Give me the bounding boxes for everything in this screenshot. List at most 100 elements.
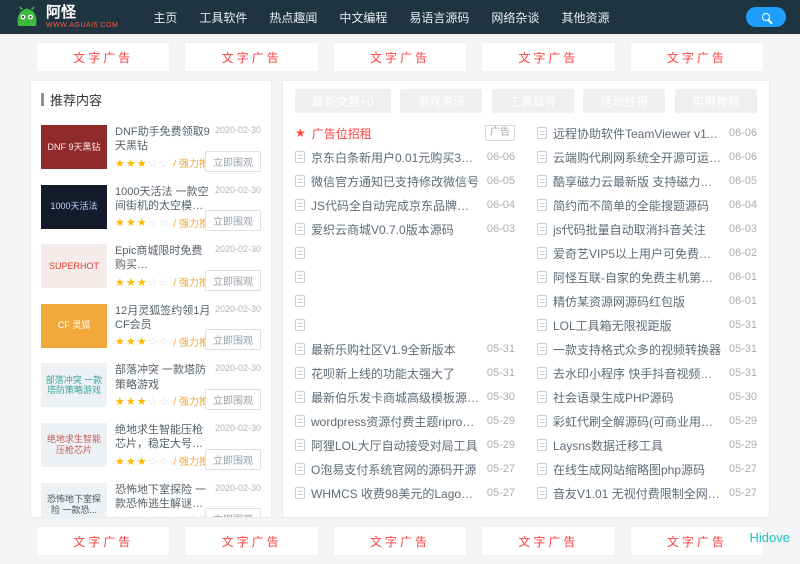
text-ad[interactable]: 文字广告 [36, 526, 170, 556]
article-title[interactable]: Epic商城限时免费购买《SUPERHOT》游戏 [115, 244, 211, 273]
category-tab[interactable]: 游戏资讯 [400, 89, 482, 113]
thumbnail-text: CF 灵狐 [58, 320, 91, 331]
article-link[interactable]: 去水印小程序 快手抖音视频搬运工上热门... [553, 365, 723, 382]
article-link[interactable]: 京东白条新用户0.01元购买3个月爱奇艺黄... [311, 149, 481, 166]
ad-slot-row: ★ 广告位招租 广告 [295, 121, 515, 145]
category-tab[interactable]: 工具软件 [492, 89, 574, 113]
watch-now-button[interactable]: 立即围观 [205, 508, 261, 518]
article-title[interactable]: 12月灵狐签约领1月CF会员 [115, 304, 211, 333]
article-link[interactable]: 简约而不简单的全能搜题源码 [553, 197, 723, 214]
article-row: 社会语录生成PHP源码 05-30 [537, 385, 757, 409]
thumbnail-text: 1000天活法 [50, 201, 97, 212]
text-ad[interactable]: 文字广告 [36, 42, 170, 72]
article-thumbnail[interactable]: 绝地求生智能压枪芯片 [41, 423, 107, 467]
category-tab[interactable]: 活动线报 [583, 89, 665, 113]
article-link[interactable]: 花呗新上线的功能太强大了 [311, 365, 481, 382]
nav-item[interactable]: 主页 [153, 9, 177, 26]
article-row: 微信官方通知已支持修改微信号 06-05 [295, 169, 515, 193]
nav-item[interactable]: 易语言源码 [409, 9, 469, 26]
text-ad[interactable]: 文字广告 [333, 42, 467, 72]
article-link[interactable]: 阿狸LOL大厅自动接受对局工具 [311, 437, 481, 454]
article-row: Laysns数据迁移工具 05-29 [537, 433, 757, 457]
article-date: 2020-02-30 [215, 125, 261, 154]
text-ad[interactable]: 文字广告 [333, 526, 467, 556]
text-ad[interactable]: 文字广告 [630, 526, 764, 556]
article-link[interactable]: LOL工具箱无限视距版 [553, 317, 723, 334]
article-date: 05-27 [729, 487, 757, 499]
nav-item[interactable]: 中文编程 [339, 9, 387, 26]
search-button[interactable] [746, 7, 786, 27]
article-link[interactable]: O泡易支付系统官网的源码开源 [311, 461, 481, 478]
article-title[interactable]: 1000天活法 一款空间街机的太空模拟经营游戏 [115, 185, 211, 214]
watch-now-button[interactable]: 立即围观 [205, 329, 261, 350]
text-ad[interactable]: 文字广告 [184, 526, 318, 556]
watch-now-button[interactable]: 立即围观 [205, 210, 261, 231]
category-tab[interactable]: 实用教程 [675, 89, 757, 113]
watch-now-button[interactable]: 立即围观 [205, 449, 261, 470]
article-link[interactable]: 一款支持格式众多的视频转换器 [553, 341, 723, 358]
tab-label: 实用教程 [692, 95, 740, 109]
watch-now-button[interactable]: 立即围观 [205, 270, 261, 291]
article-date: 2020-02-30 [215, 363, 261, 392]
article-thumbnail[interactable]: DNF 9天黑钻 [41, 125, 107, 169]
recommended-item: 部落冲突 一款塔防策略游戏 部落冲突 一款塔防策略游戏 2020-02-30 ★… [31, 356, 271, 416]
article-link[interactable]: 阿怪互联-自家的免费主机第一批正式发... [553, 269, 723, 286]
article-title[interactable]: 绝地求生智能压枪芯片，稳定大号使用，永久免费 [115, 423, 211, 452]
nav-item[interactable]: 工具软件 [199, 9, 247, 26]
nav-item[interactable]: 热点趣闻 [269, 9, 317, 26]
article-date: 05-27 [487, 463, 515, 475]
article-date: 05-29 [487, 439, 515, 451]
article-row [295, 241, 515, 265]
star-rating: ★★★☆☆ [115, 452, 169, 470]
ad-slot-link[interactable]: 广告位招租 [312, 125, 479, 142]
nav-item[interactable]: 网络杂谈 [491, 9, 539, 26]
text-ad[interactable]: 文字广告 [481, 526, 615, 556]
thumbnail-text: SUPERHOT [49, 261, 99, 272]
article-link[interactable]: 在线生成网站缩略图php源码 [553, 461, 723, 478]
article-link[interactable]: 社会语录生成PHP源码 [553, 389, 723, 406]
watch-now-button[interactable]: 立即围观 [205, 389, 261, 410]
article-date: 05-29 [729, 415, 757, 427]
nav-item[interactable]: 其他资源 [561, 9, 609, 26]
article-title[interactable]: 部落冲突 一款塔防策略游戏 [115, 363, 211, 392]
document-icon [295, 319, 305, 331]
article-title[interactable]: DNF助手免费领取9天黑钻 [115, 125, 211, 154]
article-row: 最新伯乐发卡商城高级模板源码 无后门 05-30 [295, 385, 515, 409]
article-link[interactable]: Laysns数据迁移工具 [553, 437, 723, 454]
article-date: 06-01 [729, 295, 757, 307]
watch-now-button[interactable]: 立即围观 [205, 151, 261, 172]
article-link[interactable]: 酷享磁力云最新版 支持磁力搜索下载和一... [553, 173, 723, 190]
article-link[interactable]: 最新伯乐发卡商城高级模板源码 无后门 [311, 389, 481, 406]
article-row: js代码批量自动取消抖音关注 06-03 [537, 217, 757, 241]
article-link[interactable]: 爱织云商城V0.7.0版本源码 [311, 221, 481, 238]
article-date: 06-06 [729, 151, 757, 163]
article-link[interactable]: WHMCS 收费98美元的Lagom模板开源 [311, 485, 481, 502]
article-row: 爱织云商城V0.7.0版本源码 06-03 [295, 217, 515, 241]
text-ad[interactable]: 文字广告 [481, 42, 615, 72]
article-title[interactable]: 恐怖地下室探险 一款恐怖逃生解谜类游戏 [115, 483, 211, 512]
article-thumbnail[interactable]: 部落冲突 一款塔防策略游戏 [41, 363, 107, 407]
article-link[interactable]: js代码批量自动取消抖音关注 [553, 221, 723, 238]
article-link[interactable]: JS代码全自动完成京东品牌狂欢城活动任务 [311, 197, 481, 214]
article-link[interactable]: 音友V1.01 无视付费限制全网音乐无损免... [553, 485, 723, 502]
article-link[interactable]: 微信官方通知已支持修改微信号 [311, 173, 481, 190]
article-thumbnail[interactable]: 1000天活法 [41, 185, 107, 229]
document-icon [537, 391, 547, 403]
article-row: WHMCS 收费98美元的Lagom模板开源 05-27 [295, 481, 515, 505]
site-logo[interactable]: 阿怪 WWW.AGUAI5.COM [14, 5, 118, 29]
article-link[interactable]: wordpress资源付费主题ripro6.7含美化包... [311, 413, 481, 430]
article-link[interactable]: 云端购代刷网系统全开源可运营程序搭建 [553, 149, 723, 166]
article-link[interactable]: 远程协助软件TeamViewer v11 单文件版 [553, 125, 723, 142]
article-thumbnail[interactable]: 恐怖地下室探险 一款恐... [41, 483, 107, 518]
article-row: 花呗新上线的功能太强大了 05-31 [295, 361, 515, 385]
article-row: O泡易支付系统官网的源码开源 05-27 [295, 457, 515, 481]
article-thumbnail[interactable]: CF 灵狐 [41, 304, 107, 348]
article-link[interactable]: 精仿某资源网源码红包版 [553, 293, 723, 310]
article-link[interactable]: 最新乐购社区V1.9全新版本 [311, 341, 481, 358]
article-thumbnail[interactable]: SUPERHOT [41, 244, 107, 288]
article-link[interactable]: 彩虹代刷全解源码(可商业用途 防黑) [553, 413, 723, 430]
article-link[interactable]: 爱奇艺VIP5以上用户可免费发爱奇艺VIP红包 [553, 245, 723, 262]
category-tab[interactable]: 最新文章+0 [295, 89, 391, 113]
text-ad[interactable]: 文字广告 [184, 42, 318, 72]
text-ad[interactable]: 文字广告 [630, 42, 764, 72]
